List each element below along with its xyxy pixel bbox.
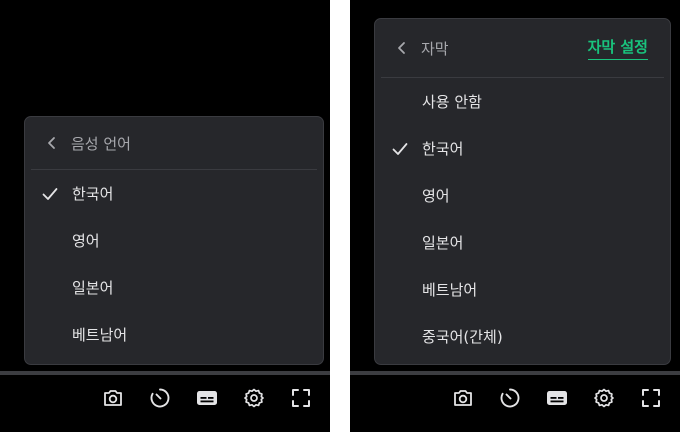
menu-item-vietnamese[interactable]: 베트남어: [25, 311, 323, 358]
checkmark-icon: [392, 142, 408, 156]
fullscreen-icon[interactable]: [636, 383, 666, 413]
menu-item-label: 일본어: [422, 234, 464, 252]
menu-item-label: 사용 안함: [422, 93, 482, 111]
player-controls: [98, 382, 316, 414]
menu-item-english[interactable]: 영어: [25, 217, 323, 264]
gear-icon[interactable]: [239, 383, 269, 413]
menu-item-label: 한국어: [422, 140, 464, 158]
chevron-left-icon[interactable]: [43, 134, 61, 152]
menu-item-chinese-simplified[interactable]: 중국어(간체): [375, 313, 670, 360]
audio-language-menu: 음성 언어 한국어 영어 일본어 베트남어: [24, 116, 324, 365]
camera-icon[interactable]: [98, 383, 128, 413]
speed-timer-icon[interactable]: [495, 383, 525, 413]
menu-item-korean[interactable]: 한국어: [25, 170, 323, 217]
menu-item-label: 영어: [422, 187, 450, 205]
menu-item-label: 영어: [72, 232, 100, 250]
checkmark-icon: [42, 187, 58, 201]
progress-bar[interactable]: [0, 371, 330, 375]
menu-title: 자막: [421, 39, 449, 58]
player-right: 자막 자막 설정 사용 안함 한국어 영어 일본어 베트남어 중국어(간체): [350, 0, 680, 432]
menu-header: 음성 언어: [31, 117, 317, 170]
subtitle-menu: 자막 자막 설정 사용 안함 한국어 영어 일본어 베트남어 중국어(간체): [374, 18, 671, 365]
menu-item-vietnamese[interactable]: 베트남어: [375, 266, 670, 313]
subtitle-settings-link[interactable]: 자막 설정: [587, 36, 648, 60]
menu-item-japanese[interactable]: 일본어: [25, 264, 323, 311]
player-left: 음성 언어 한국어 영어 일본어 베트남어: [0, 0, 330, 432]
camera-icon[interactable]: [448, 383, 478, 413]
menu-item-korean[interactable]: 한국어: [375, 125, 670, 172]
chevron-left-icon[interactable]: [393, 39, 411, 57]
menu-item-label: 일본어: [72, 279, 114, 297]
menu-item-label: 베트남어: [72, 326, 128, 344]
subtitles-icon[interactable]: [192, 383, 222, 413]
menu-item-japanese[interactable]: 일본어: [375, 219, 670, 266]
progress-bar[interactable]: [350, 371, 680, 375]
subtitles-icon[interactable]: [542, 383, 572, 413]
menu-item-label: 중국어(간체): [422, 328, 503, 346]
menu-item-english[interactable]: 영어: [375, 172, 670, 219]
fullscreen-icon[interactable]: [286, 383, 316, 413]
menu-title: 음성 언어: [71, 134, 131, 153]
player-controls: [448, 382, 666, 414]
gear-icon[interactable]: [589, 383, 619, 413]
speed-timer-icon[interactable]: [145, 383, 175, 413]
menu-header: 자막 자막 설정: [381, 19, 664, 78]
menu-item-off[interactable]: 사용 안함: [375, 78, 670, 125]
menu-item-label: 한국어: [72, 185, 114, 203]
menu-item-label: 베트남어: [422, 281, 478, 299]
